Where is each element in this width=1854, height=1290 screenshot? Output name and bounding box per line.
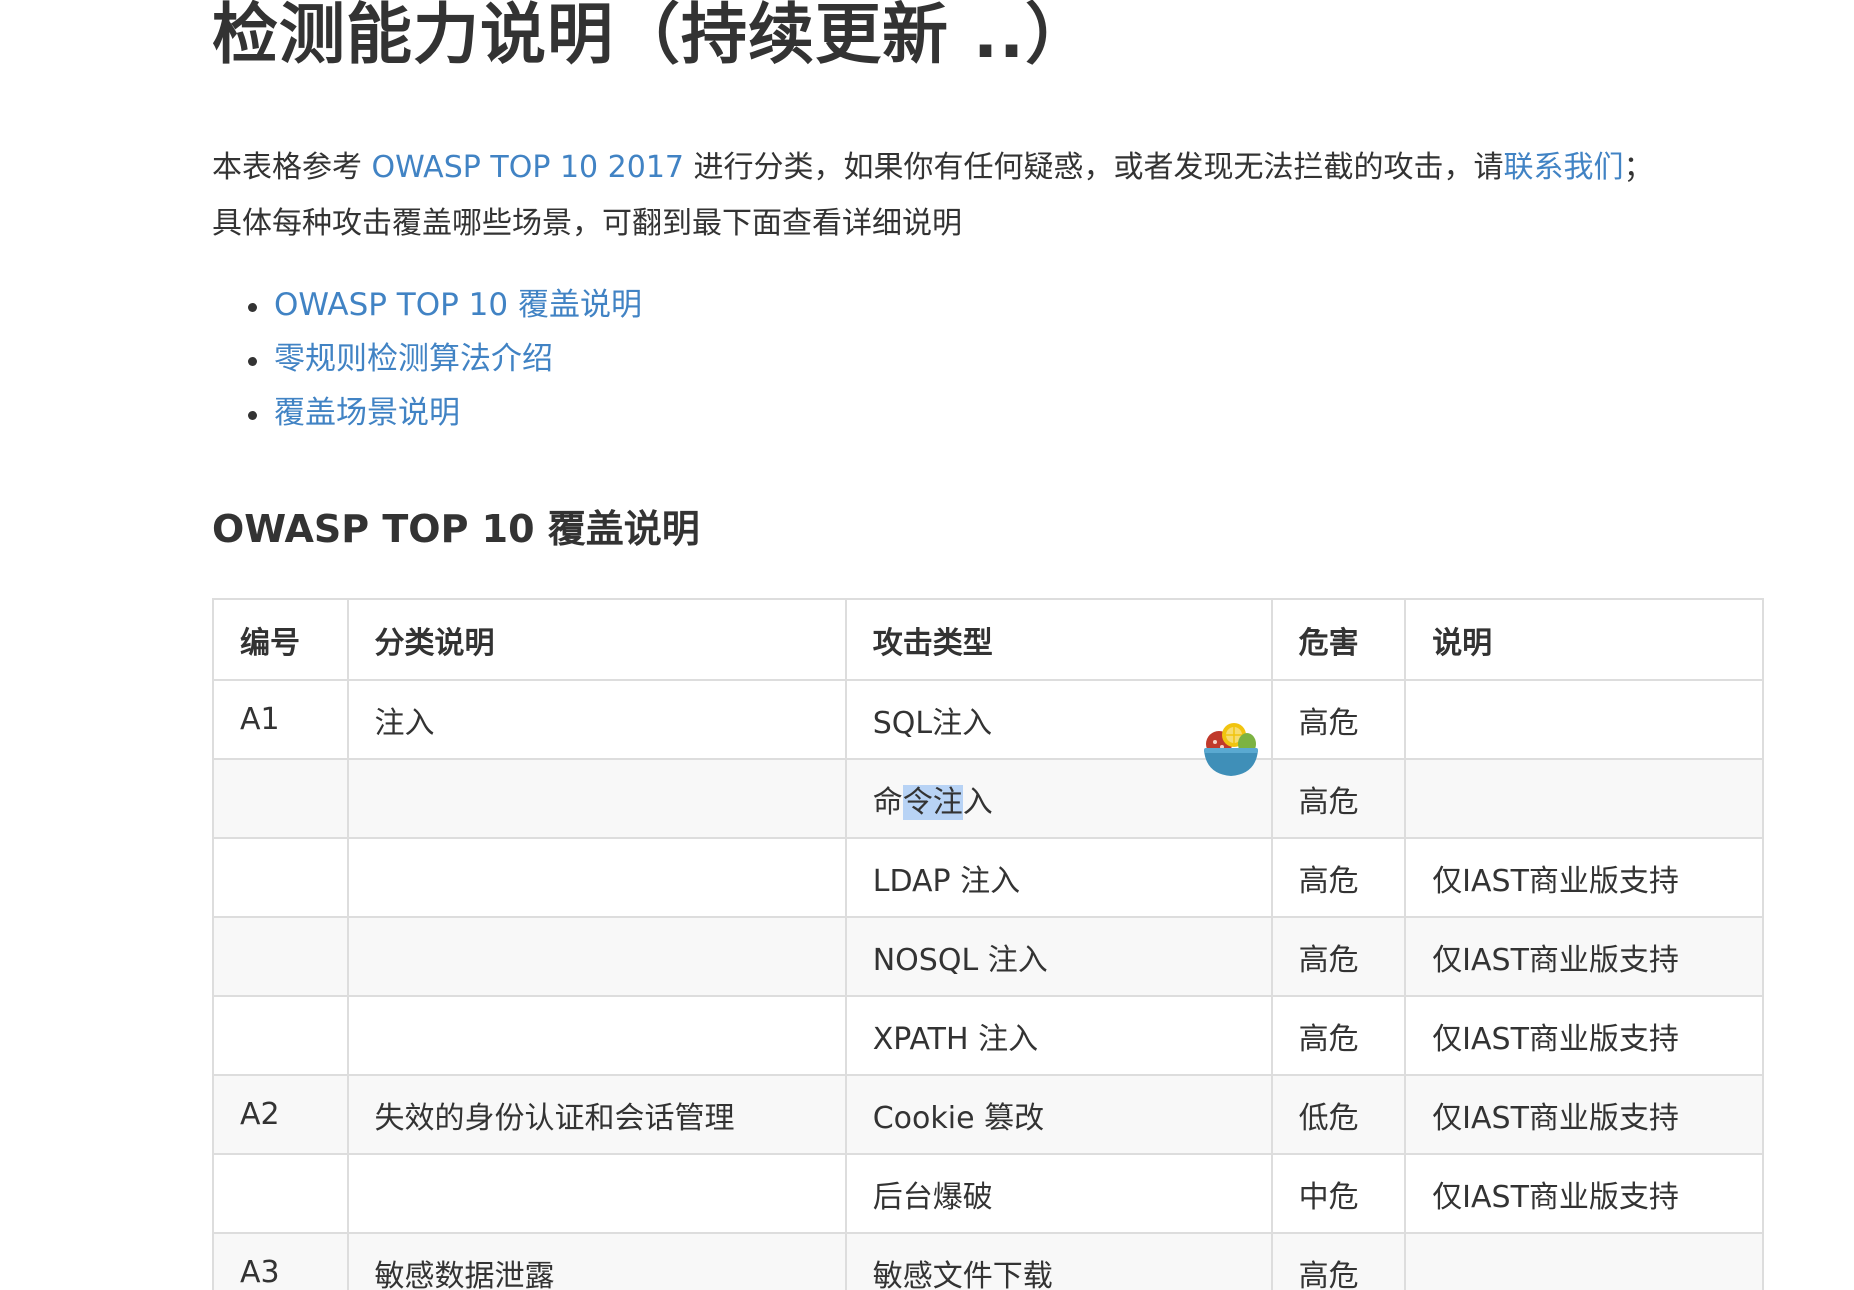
intro-line-1: 本表格参考 OWASP TOP 10 2017 进行分类，如果你有任何疑惑，或者… [212,140,1764,196]
page-title: 检测能力说明（持续更新 ..） [212,0,1093,73]
bullet-icon [248,357,257,366]
cell-risk: 高危 [1270,758,1407,839]
cell-id [212,758,349,839]
cell-attack-type: XPATH 注入 [844,995,1273,1076]
cell-category: 敏感数据泄露 [346,1232,847,1290]
cell-risk: 高危 [1270,837,1407,918]
cell-attack-type: 敏感文件下载 [844,1232,1273,1290]
header-id: 编号 [212,598,349,681]
cell-risk: 高危 [1270,916,1407,997]
cell-risk: 高危 [1270,1232,1407,1290]
table-row: 后台爆破 中危 仅IAST商业版支持 [212,1153,1764,1234]
toc-link-zero-rule[interactable]: 零规则检测算法介绍 [274,341,553,377]
toc-item: 覆盖场景说明 [248,386,642,440]
cell-id [212,995,349,1076]
intro-paragraph: 本表格参考 OWASP TOP 10 2017 进行分类，如果你有任何疑惑，或者… [212,140,1764,252]
attack-type-text: 命 [872,784,903,820]
cell-category: 注入 [346,679,847,760]
coverage-table: 编号 分类说明 攻击类型 危害 说明 A1 注入 SQL注入 高危 命令注入 高… [212,598,1764,1290]
toc-link-scenarios[interactable]: 覆盖场景说明 [274,395,460,431]
text-selection: 令注 [902,784,963,820]
table-row: A2 失效的身份认证和会话管理 Cookie 篡改 低危 仅IAST商业版支持 [212,1074,1764,1155]
cell-id: A3 [212,1232,349,1290]
intro-text: 本表格参考 [212,150,372,185]
cell-id [212,916,349,997]
cell-attack-type: Cookie 篡改 [844,1074,1273,1155]
cell-category [346,1153,847,1234]
table-row: LDAP 注入 高危 仅IAST商业版支持 [212,837,1764,918]
cell-note: 仅IAST商业版支持 [1404,916,1764,997]
contact-us-link[interactable]: 联系我们 [1504,150,1624,185]
table-row: A1 注入 SQL注入 高危 [212,679,1764,760]
cell-category [346,995,847,1076]
cell-attack-type: SQL注入 [844,679,1273,760]
header-category: 分类说明 [346,598,847,681]
cell-note: 仅IAST商业版支持 [1404,995,1764,1076]
cell-id: A2 [212,1074,349,1155]
header-note: 说明 [1404,598,1764,681]
cell-note [1404,1232,1764,1290]
intro-text: ； [1623,150,1654,185]
toc-link-owasp[interactable]: OWASP TOP 10 覆盖说明 [274,287,642,323]
cell-attack-type: 后台爆破 [844,1153,1273,1234]
bullet-icon [248,411,257,420]
intro-line-2: 具体每种攻击覆盖哪些场景，可翻到最下面查看详细说明 [212,206,962,241]
bullet-icon [248,303,257,312]
table-of-contents: OWASP TOP 10 覆盖说明 零规则检测算法介绍 覆盖场景说明 [212,278,642,440]
cell-risk: 高危 [1270,679,1407,760]
cell-category [346,758,847,839]
toc-item: OWASP TOP 10 覆盖说明 [248,278,642,332]
section-title: OWASP TOP 10 覆盖说明 [212,507,700,551]
cell-attack-type: LDAP 注入 [844,837,1273,918]
table-row: NOSQL 注入 高危 仅IAST商业版支持 [212,916,1764,997]
intro-text: 进行分类，如果你有任何疑惑，或者发现无法拦截的攻击，请 [684,150,1504,185]
cell-risk: 低危 [1270,1074,1407,1155]
cell-attack-type: 命令注入 [844,758,1273,839]
table-row: A3 敏感数据泄露 敏感文件下载 高危 [212,1232,1764,1290]
toc-item: 零规则检测算法介绍 [248,332,642,386]
cell-note: 仅IAST商业版支持 [1404,1153,1764,1234]
cell-category: 失效的身份认证和会话管理 [346,1074,847,1155]
cell-note: 仅IAST商业版支持 [1404,1074,1764,1155]
header-risk: 危害 [1270,598,1407,681]
cell-note [1404,758,1764,839]
table-header-row: 编号 分类说明 攻击类型 危害 说明 [212,598,1764,681]
cell-risk: 高危 [1270,995,1407,1076]
table-row: 命令注入 高危 [212,758,1764,839]
attack-type-text: 入 [962,784,993,820]
cell-attack-type: NOSQL 注入 [844,916,1273,997]
cell-category [346,837,847,918]
cell-id [212,1153,349,1234]
cell-category [346,916,847,997]
cell-id [212,837,349,918]
cell-note [1404,679,1764,760]
cell-id: A1 [212,679,349,760]
table-row: XPATH 注入 高危 仅IAST商业版支持 [212,995,1764,1076]
cell-note: 仅IAST商业版支持 [1404,837,1764,918]
cell-risk: 中危 [1270,1153,1407,1234]
header-attack-type: 攻击类型 [844,598,1273,681]
owasp-top10-link[interactable]: OWASP TOP 10 2017 [372,150,684,185]
